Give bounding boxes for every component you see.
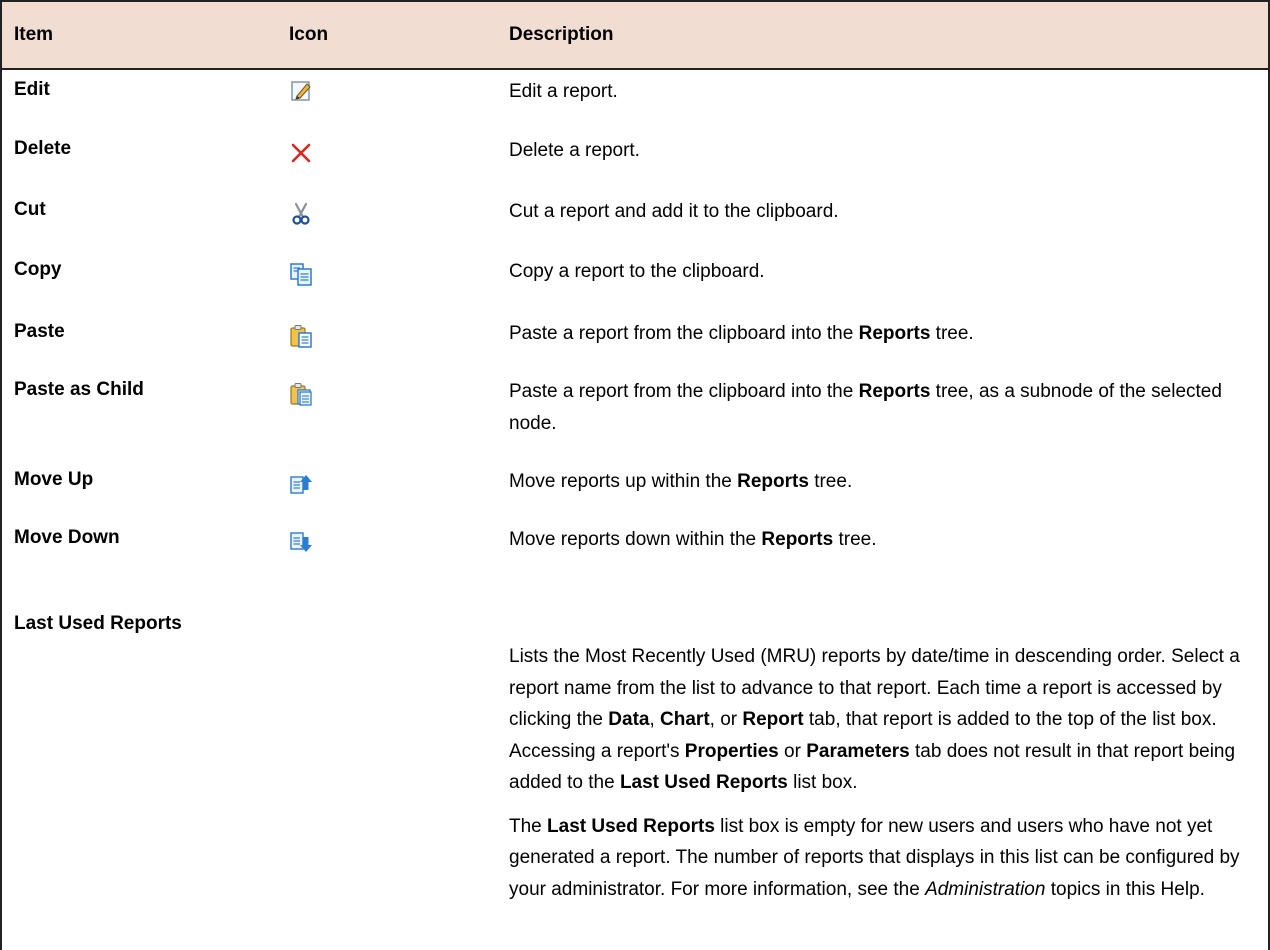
header-icon: Icon xyxy=(289,24,329,45)
table-row: Last Used Reports Lists the Most Recentl… xyxy=(2,610,1268,905)
delete-icon xyxy=(289,141,313,165)
row-item: Last Used Reports xyxy=(14,613,182,634)
move-up-icon xyxy=(289,472,313,496)
table-row: Move Up Move reports up within the Repor… xyxy=(2,466,1268,505)
copy-icon xyxy=(289,262,313,286)
table-row: Edit Edit a report. xyxy=(2,76,1268,112)
row-item: Move Down xyxy=(14,527,120,548)
row-description: Edit a report. xyxy=(509,81,618,102)
header-item: Item xyxy=(14,24,54,45)
table-header: Item Icon Description xyxy=(2,0,1268,70)
row-description: Copy a report to the clipboard. xyxy=(509,261,765,282)
paste-icon xyxy=(289,324,313,348)
row-item: Move Up xyxy=(14,469,94,490)
table-row: Delete Delete a report. xyxy=(2,135,1268,174)
row-item: Edit xyxy=(14,79,50,100)
row-item: Copy xyxy=(14,259,62,280)
row-item: Cut xyxy=(14,199,46,220)
move-down-icon xyxy=(289,530,313,554)
row-item: Delete xyxy=(14,138,72,159)
table-row: Paste Paste a report from the clipboard … xyxy=(2,318,1268,357)
table-row: Move Down Move reports down within the R… xyxy=(2,524,1268,563)
row-description: Paste a report from the clipboard into t… xyxy=(509,323,974,344)
description-paragraph: Lists the Most Recently Used (MRU) repor… xyxy=(509,646,1240,793)
description-paragraph: The Last Used Reports list box is empty … xyxy=(509,815,1240,900)
row-description: Move reports down within the Reports tre… xyxy=(509,529,877,550)
row-description: Delete a report. xyxy=(509,140,640,161)
row-item: Paste xyxy=(14,321,65,342)
table-row: Cut Cut a report and add it to the clipb… xyxy=(2,196,1268,235)
header-description: Description xyxy=(509,24,614,45)
edit-icon xyxy=(289,79,313,103)
cut-icon xyxy=(289,202,313,226)
row-item: Paste as Child xyxy=(14,379,144,400)
row-description: Lists the Most Recently Used (MRU) repor… xyxy=(509,610,1268,905)
paste-as-child-icon xyxy=(289,382,313,406)
row-description: Cut a report and add it to the clipboard… xyxy=(509,201,839,222)
row-description: Move reports up within the Reports tree. xyxy=(509,471,853,492)
row-description: Paste a report from the clipboard into t… xyxy=(509,381,1222,434)
table-row: Paste as Child Paste a report from the c… xyxy=(2,376,1268,439)
report-toolbar-table: Item Icon Description Edit Edit a report… xyxy=(0,0,1270,950)
table-row: Copy Copy a report to the clipboard. xyxy=(2,256,1268,295)
